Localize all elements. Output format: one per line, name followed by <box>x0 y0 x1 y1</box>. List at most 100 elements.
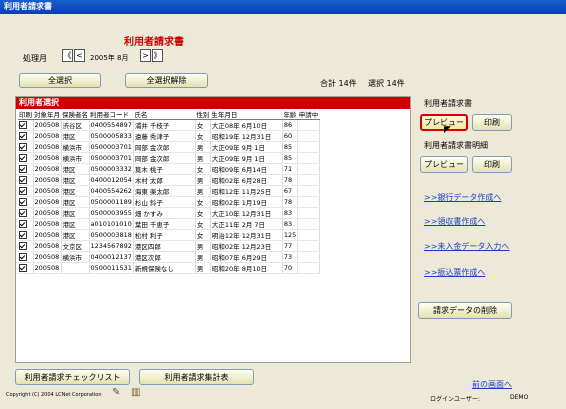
col-pending[interactable]: 申請中 <box>297 109 320 120</box>
cell-code: 0500003955 <box>89 207 134 219</box>
print-checkbox[interactable] <box>18 174 34 186</box>
invoice-preview-button[interactable]: プレビュー ◤ <box>420 114 468 135</box>
bank-data-link[interactable]: >>銀行データ作成へ <box>424 192 501 203</box>
checkbox[interactable] <box>19 176 27 184</box>
print-checkbox[interactable] <box>18 251 34 263</box>
cell-dob: 昭和02年 12月23日 <box>210 240 283 252</box>
table-row[interactable]: 200508 港区 a010101010 葉田 千恵子女大正11年 2月 7日 83 <box>18 218 320 230</box>
col-month[interactable]: 対象年月 <box>33 109 61 120</box>
col-print[interactable]: 印刷 <box>18 109 33 120</box>
cell-month: 200508 <box>33 152 62 164</box>
checkbox[interactable] <box>19 220 27 228</box>
table-row[interactable]: 200508 横浜市 0400012137 港区次郎男昭和07年 6月29日 73 <box>18 251 320 263</box>
print-checkbox[interactable] <box>18 207 34 219</box>
unpaid-entry-link[interactable]: >>未入金データ入力へ <box>424 241 509 252</box>
checkbox[interactable] <box>19 154 27 162</box>
cell-name: 岡部 金次郎 <box>133 152 196 164</box>
invoice-section-title: 利用者請求書 <box>424 99 472 108</box>
detail-print-button[interactable]: 印刷 <box>472 156 512 173</box>
checkbox[interactable] <box>19 242 27 250</box>
table-row[interactable]: 200508 港区 0500003818 松村 利子女明治12年 12月31日 125 <box>18 229 320 241</box>
back-link[interactable]: 前の画面へ <box>472 379 512 390</box>
table-row[interactable]: 200508 港区 0500005833 遠藤 秀津子女昭和19年 12月31日 60 <box>18 130 320 142</box>
table-row[interactable]: 200508 横浜市 0500003701 岡部 金次郎男大正09年 9月 1日 85 <box>18 152 320 164</box>
print-checkbox[interactable] <box>18 130 34 142</box>
checkbox[interactable] <box>19 231 27 239</box>
cell-insurer: 港区 <box>61 196 90 208</box>
checkbox[interactable] <box>19 143 27 151</box>
table-row[interactable]: 200508 港区 0500003955 畑 かすみ女大正10年 12月31日 83 <box>18 207 320 219</box>
col-insurer[interactable]: 保険者名 <box>61 109 89 120</box>
checkbox[interactable] <box>19 209 27 217</box>
print-checkbox[interactable] <box>18 141 34 153</box>
table-row[interactable]: 200508 渋谷区 0400554897 浦井 千枝子女大正08年 6月10日 86 <box>18 119 320 131</box>
table-row[interactable]: 200508 港区 0400012054 木村 太郎男昭和02年 6月28日 78 <box>18 174 320 186</box>
prev-year-button[interactable]: 《 <box>62 49 73 62</box>
col-sex[interactable]: 性別 <box>195 109 211 120</box>
cell-sex: 男 <box>195 240 211 252</box>
checkbox[interactable] <box>19 121 27 129</box>
summary-button[interactable]: 利用者請求集計表 <box>139 369 254 385</box>
cell-sex: 女 <box>195 218 211 230</box>
table-row[interactable]: 200508 港区 0400554262 海東 楽太郎男昭和12年 11月25日 67 <box>18 185 320 197</box>
checkbox[interactable] <box>19 264 27 272</box>
checkbox[interactable] <box>19 187 27 195</box>
cell-pending <box>297 251 320 263</box>
cell-pending <box>297 130 320 142</box>
login-user: DEMO <box>510 394 529 401</box>
cell-name: 杉山 鈴子 <box>133 196 196 208</box>
cell-name: 畑 かすみ <box>133 207 196 219</box>
cell-name: 港区四郎 <box>133 240 196 252</box>
print-checkbox[interactable] <box>18 262 34 274</box>
deselect-all-button[interactable]: 全選択解除 <box>125 73 208 88</box>
checkbox[interactable] <box>19 198 27 206</box>
cell-age: 125 <box>282 229 299 241</box>
book-icon: ▥ <box>131 387 141 398</box>
cell-name: 港区次郎 <box>133 251 196 263</box>
checklist-button[interactable]: 利用者請求チェックリスト <box>15 369 130 385</box>
checkbox[interactable] <box>19 253 27 261</box>
print-checkbox[interactable] <box>18 119 34 131</box>
col-name[interactable]: 氏名 <box>133 109 196 120</box>
table-row[interactable]: 200508 文京区 1234567892 港区四郎男昭和02年 12月23日 77 <box>18 240 320 252</box>
table-row[interactable]: 200508 港区 0500003332 筧木 桃子女昭和09年 6月14日 71 <box>18 163 320 175</box>
print-checkbox[interactable] <box>18 152 34 164</box>
cell-age: 78 <box>282 174 299 186</box>
next-year-button[interactable]: 》 <box>152 49 163 62</box>
cell-sex: 男 <box>195 152 211 164</box>
print-checkbox[interactable] <box>18 196 34 208</box>
col-dob[interactable]: 生年月日 <box>210 109 283 120</box>
print-checkbox[interactable] <box>18 229 34 241</box>
col-code[interactable]: 利用者コード <box>89 109 134 120</box>
select-all-button[interactable]: 全選択 <box>19 73 101 88</box>
checkbox[interactable] <box>19 132 27 140</box>
total-count: 合計 14件 <box>320 79 357 88</box>
delete-billing-button[interactable]: 請求データの削除 <box>418 302 512 319</box>
cell-code: 0400012137 <box>89 251 134 263</box>
cell-month: 200508 <box>33 262 62 274</box>
table-row[interactable]: 200508 横浜市 0500003701 岡部 金次郎男大正09年 9月 1日 85 <box>18 141 320 153</box>
table-row[interactable]: 200508 0500011531 新規保険なし男昭和20年 8月10日 70 <box>18 262 320 274</box>
cell-month: 200508 <box>33 229 62 241</box>
print-checkbox[interactable] <box>18 185 34 197</box>
checkbox[interactable] <box>19 165 27 173</box>
receipt-link[interactable]: >>領収書作成へ <box>424 216 485 227</box>
pencil-icon: ✎ <box>112 387 121 398</box>
detail-preview-button[interactable]: プレビュー <box>420 156 468 173</box>
cell-insurer: 港区 <box>61 218 90 230</box>
print-checkbox[interactable] <box>18 163 34 175</box>
cell-insurer: 横浜市 <box>61 141 90 153</box>
cell-insurer: 文京区 <box>61 240 90 252</box>
cell-dob: 昭和20年 8月10日 <box>210 262 283 274</box>
col-age[interactable]: 年齢 <box>282 109 298 120</box>
cell-name: 浦井 千枝子 <box>133 119 196 131</box>
invoice-print-button[interactable]: 印刷 <box>472 114 512 131</box>
print-checkbox[interactable] <box>18 240 34 252</box>
print-checkbox[interactable] <box>18 218 34 230</box>
cell-sex: 男 <box>195 141 211 153</box>
table-row[interactable]: 200508 港区 0500001189 杉山 鈴子女昭和02年 1月19日 78 <box>18 196 320 208</box>
next-month-button[interactable]: > <box>140 49 151 62</box>
prev-month-button[interactable]: < <box>74 49 85 62</box>
cell-sex: 女 <box>195 119 211 131</box>
transfer-slip-link[interactable]: >>振込票作成へ <box>424 267 485 278</box>
